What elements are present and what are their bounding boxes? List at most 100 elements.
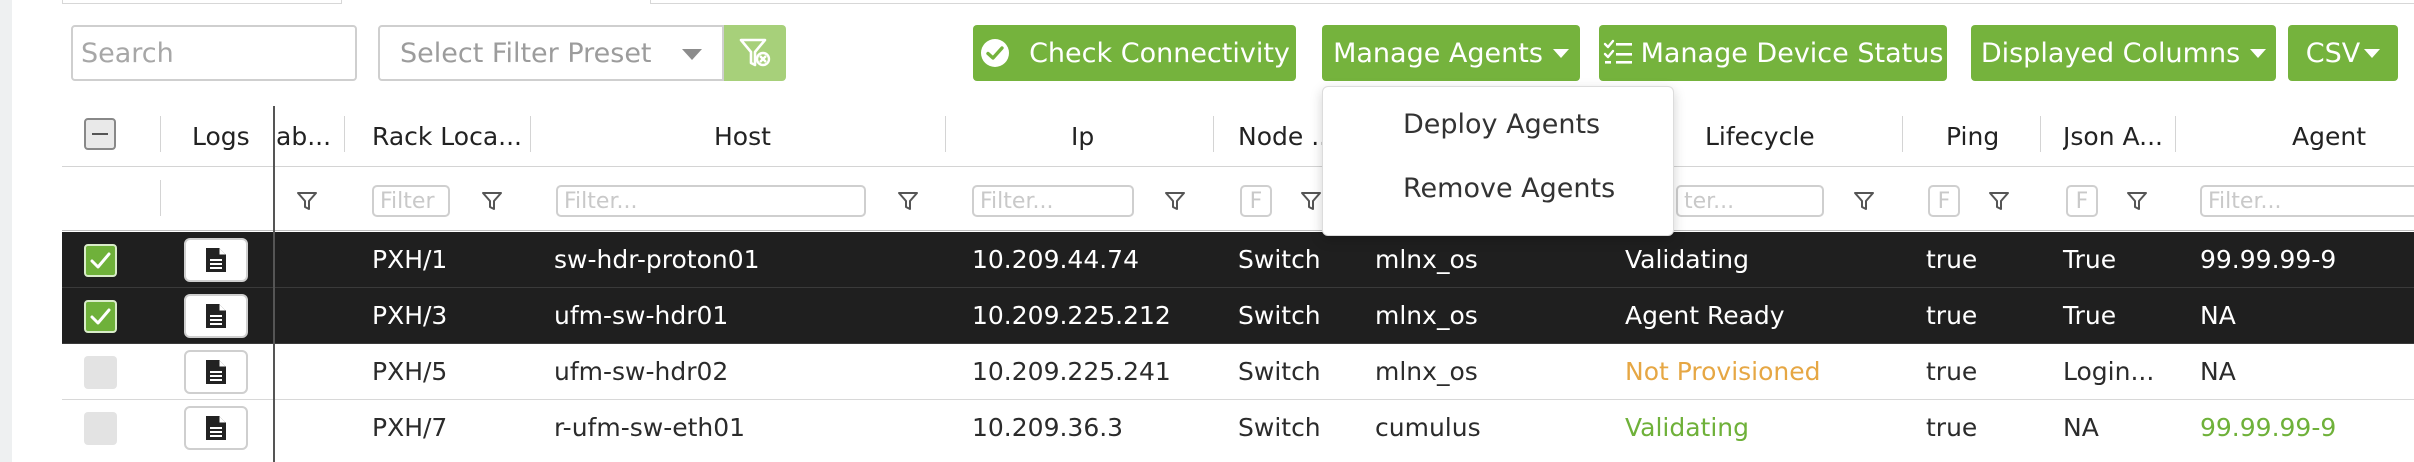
agent-cell: 99.99.99-9 — [2200, 413, 2337, 442]
row-checkbox[interactable] — [84, 300, 117, 333]
filter-clear-icon — [739, 38, 771, 67]
row-checkbox[interactable] — [84, 412, 117, 445]
table-row[interactable]: PXH/5 ufm-sw-hdr02 10.209.225.241 Switch mln… — [62, 344, 2414, 400]
col-header-ping[interactable]: Ping — [1946, 106, 1999, 166]
json-agent-cell: True — [2063, 301, 2117, 330]
table-row[interactable]: PXH/1 sw-hdr-proton01 10.209.44.74 Switch ml… — [62, 232, 2414, 288]
csv-button[interactable]: CSV — [2288, 25, 2398, 81]
manage-device-status-button[interactable]: Manage Device Status — [1599, 25, 1947, 81]
agent-filter-input[interactable]: Filter... — [2200, 185, 2414, 217]
lifecycle-cell: Not Provisioned — [1625, 357, 1821, 386]
rack-location-cell: PXH/7 — [372, 413, 448, 442]
col-header-host[interactable]: Host — [714, 106, 771, 166]
col-header-logs[interactable]: Logs — [192, 106, 250, 166]
caret-down-icon — [2364, 48, 2381, 58]
top-tab-edge-left — [62, 0, 342, 4]
node-filter-input[interactable]: F — [1240, 185, 1272, 217]
json-agent-cell: Login... — [2063, 357, 2155, 386]
clear-filter-button[interactable] — [724, 25, 786, 81]
host-filter-placeholder: Filter... — [564, 188, 638, 214]
agent-filter-placeholder: Filter... — [2208, 188, 2282, 214]
col-sep — [160, 180, 161, 216]
row-checkbox[interactable] — [84, 244, 117, 277]
document-icon — [206, 248, 226, 272]
col-header-json-agent[interactable]: Json A... — [2063, 106, 2163, 166]
filter-funnel-icon[interactable] — [1853, 190, 1875, 212]
displayed-columns-button[interactable]: Displayed Columns — [1971, 25, 2276, 81]
filter-funnel-icon[interactable] — [2126, 190, 2148, 212]
table-row[interactable]: PXH/3 ufm-sw-hdr01 10.209.225.212 Switch mln… — [62, 288, 2414, 344]
host-cell: ufm-sw-hdr02 — [554, 357, 729, 386]
rack-location-cell: PXH/1 — [372, 245, 448, 274]
view-logs-button[interactable] — [184, 238, 248, 282]
col-header-lifecycle[interactable]: Lifecycle — [1705, 106, 1815, 166]
json-agent-cell: NA — [2063, 413, 2099, 442]
agent-cell: NA — [2200, 301, 2236, 330]
table-row[interactable]: PXH/7 r-ufm-sw-eth01 10.209.36.3 Switch cumu… — [62, 400, 2414, 456]
caret-down-icon — [2250, 48, 2267, 58]
node-type-cell: Switch — [1238, 413, 1321, 442]
lifecycle-cell: Agent Ready — [1625, 301, 1785, 330]
ip-filter-input[interactable]: Filter... — [972, 185, 1134, 217]
col-header-rack-location[interactable]: Rack Loca... — [372, 106, 522, 166]
pinned-column-divider[interactable] — [273, 106, 275, 462]
ping-filter-input[interactable]: F — [1928, 185, 1960, 217]
filter-funnel-icon[interactable] — [481, 190, 503, 212]
document-icon — [206, 304, 226, 328]
os-cell: cumulus — [1375, 413, 1481, 442]
document-icon — [206, 360, 226, 384]
ping-cell: true — [1926, 245, 1978, 274]
select-all-checkbox[interactable] — [84, 118, 116, 150]
json-filter-placeholder: F — [2075, 188, 2089, 214]
check-connectivity-button[interactable]: Check Connectivity — [973, 25, 1296, 81]
filter-funnel-icon[interactable] — [1988, 190, 2010, 212]
filter-funnel-icon[interactable] — [897, 190, 919, 212]
col-sep — [2040, 116, 2041, 152]
os-cell: mlnx_os — [1375, 357, 1478, 386]
lifecycle-cell: Validating — [1625, 245, 1750, 274]
col-header-agent[interactable]: Agent — [2292, 106, 2366, 166]
lifecycle-filter-input[interactable]: ter... — [1676, 185, 1824, 217]
filter-row-divider — [62, 230, 2414, 231]
filter-funnel-icon[interactable] — [1300, 190, 1322, 212]
view-logs-button[interactable] — [184, 294, 248, 338]
json-filter-input[interactable]: F — [2066, 185, 2098, 217]
col-sep — [1213, 116, 1214, 152]
csv-label: CSV — [2305, 37, 2361, 69]
ip-cell: 10.209.36.3 — [972, 413, 1124, 442]
ping-cell: true — [1926, 357, 1978, 386]
filter-preset-select[interactable]: Select Filter Preset — [378, 25, 724, 81]
search-input[interactable] — [71, 25, 357, 81]
manage-device-status-label: Manage Device Status — [1640, 37, 1944, 69]
check-connectivity-label: Check Connectivity — [1029, 37, 1290, 69]
host-filter-input[interactable]: Filter... — [556, 185, 866, 217]
col-sep — [530, 116, 531, 152]
ip-cell: 10.209.225.212 — [972, 301, 1171, 330]
manage-agents-button[interactable]: Manage Agents — [1322, 25, 1580, 81]
col-sep — [344, 116, 345, 152]
col-header-node[interactable]: Node ... — [1238, 106, 1335, 166]
filter-funnel-icon[interactable] — [296, 190, 318, 212]
rack-location-cell: PXH/3 — [372, 301, 448, 330]
view-logs-button[interactable] — [184, 406, 248, 450]
col-sep — [2175, 116, 2176, 152]
ping-filter-placeholder: F — [1937, 188, 1951, 214]
deploy-agents-menu-item[interactable]: Deploy Agents — [1403, 109, 1600, 140]
row-checkbox[interactable] — [84, 356, 117, 389]
remove-agents-menu-item[interactable]: Remove Agents — [1403, 173, 1615, 204]
ping-cell: true — [1926, 413, 1978, 442]
col-header-lab[interactable]: ab... — [276, 106, 331, 166]
col-sep — [1902, 116, 1903, 152]
chevron-down-icon — [682, 49, 702, 60]
filter-funnel-icon[interactable] — [1164, 190, 1186, 212]
rack-location-cell: PXH/5 — [372, 357, 448, 386]
view-logs-button[interactable] — [184, 350, 248, 394]
checklist-icon — [1603, 39, 1632, 64]
col-header-ip[interactable]: Ip — [1071, 106, 1094, 166]
document-icon — [206, 416, 226, 440]
host-cell: r-ufm-sw-eth01 — [554, 413, 746, 442]
header-divider — [62, 166, 2414, 167]
checkmark-icon — [90, 252, 111, 269]
col-sep — [945, 116, 946, 152]
rack-filter-input[interactable]: Filter — [372, 185, 450, 217]
